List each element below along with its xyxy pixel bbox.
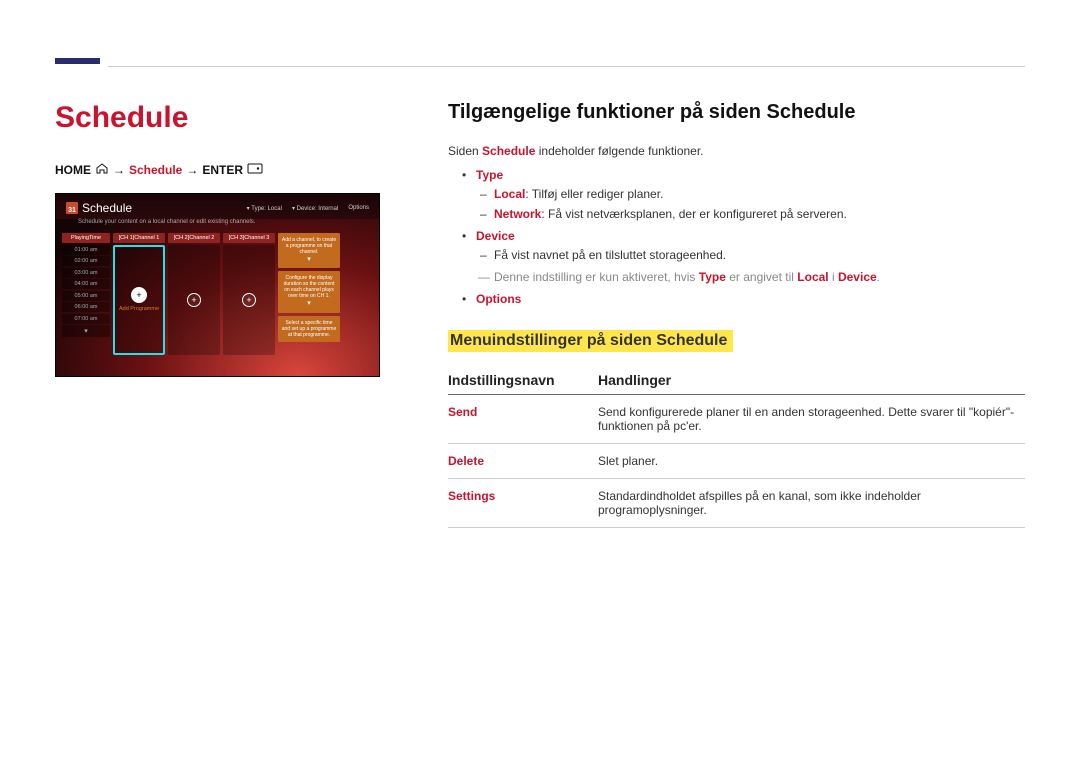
enter-icon [247,163,263,177]
table-row: Delete Slet planer. [448,444,1025,479]
section-heading: Tilgængelige funktioner på siden Schedul… [448,101,1025,124]
breadcrumb: HOME → Schedule → ENTER [55,163,380,177]
page-title: Schedule [55,101,380,135]
breadcrumb-arrow: → [186,163,198,177]
option-name: Delete [448,444,598,479]
preview-type-dropdown[interactable]: ▾ Type: Local [247,205,282,212]
preview-channel-header: [CH 2]Channel 2 [168,233,220,243]
preview-time-slot: 01:00 am [62,245,110,255]
table-row: Send Send konfigurerede planer til en an… [448,395,1025,444]
option-name: Settings [448,479,598,528]
breadcrumb-schedule: Schedule [129,163,182,177]
preview-channel-lane[interactable]: + [168,245,220,356]
preview-channel-lane[interactable]: + [223,245,275,356]
add-icon[interactable]: + [242,293,256,307]
breadcrumb-arrow: → [113,163,125,177]
preview-time-slot: 07:00 am [62,314,110,324]
feature-type: Type Local: Tilføj eller rediger planer.… [448,168,1025,223]
schedule-ui-preview: 31 Schedule ▾ Type: Local ▾ Device: Inte… [55,193,380,377]
preview-time-slot: 03:00 am [62,268,110,278]
feature-device: Device Få vist navnet på en tilsluttet s… [448,229,1025,287]
feature-device-line: Få vist navnet på en tilsluttet storagee… [476,247,1025,264]
preview-channel-selected[interactable]: + Add Programme [113,245,165,356]
intro-text: Siden Schedule indeholder følgende funkt… [448,142,1025,160]
preview-time-slot: 04:00 am [62,279,110,289]
option-action: Slet planer. [598,444,1025,479]
preview-subtitle: Schedule your content on a local channel… [56,219,379,229]
table-row: Settings Standardindholdet afspilles på … [448,479,1025,528]
options-table: Indstillingsnavn Handlinger Send Send ko… [448,366,1025,528]
feature-device-note: Denne indstilling er kun aktiveret, hvis… [476,269,1025,286]
breadcrumb-home: HOME [55,163,91,177]
preview-channel-header: [CH 3]Channel 3 [223,233,275,243]
preview-device-dropdown[interactable]: ▾ Device: Internal [292,205,338,212]
preview-title-text: Schedule [82,201,132,215]
breadcrumb-enter: ENTER [202,163,243,177]
table-header-name: Indstillingsnavn [448,366,598,395]
feature-type-local: Local: Tilføj eller rediger planer. [476,186,1025,203]
preview-time-scroll-down[interactable]: ▾ [62,325,110,337]
preview-time-header: PlayingTime [62,233,110,243]
option-action: Send konfigurerede planer til en anden s… [598,395,1025,444]
preview-tip-card: Configure the display duration so the co… [278,271,340,312]
table-header-action: Handlinger [598,366,1025,395]
header-divider [108,66,1025,67]
preview-title: 31 Schedule [66,201,132,215]
preview-tip-card: Select a specific time and set up a prog… [278,316,340,342]
preview-channel-header: [CH 1]Channel 1 [113,233,165,243]
sub-heading: Menuindstillinger på siden Schedule [448,330,733,352]
preview-time-slot: 05:00 am [62,291,110,301]
add-icon[interactable]: + [131,287,147,303]
header-accent [55,58,100,64]
preview-tip-card: Add a channel, to create a programme on … [278,233,340,268]
feature-options: Options [448,292,1025,306]
home-icon [95,163,109,177]
feature-type-network: Network: Få vist netværksplanen, der er … [476,206,1025,223]
calendar-icon: 31 [66,202,78,214]
preview-options-button[interactable]: Options [348,205,369,212]
preview-time-slot: 02:00 am [62,256,110,266]
preview-add-programme: Add Programme [119,306,159,312]
add-icon[interactable]: + [187,293,201,307]
preview-time-slot: 06:00 am [62,302,110,312]
option-name: Send [448,395,598,444]
option-action: Standardindholdet afspilles på en kanal,… [598,479,1025,528]
